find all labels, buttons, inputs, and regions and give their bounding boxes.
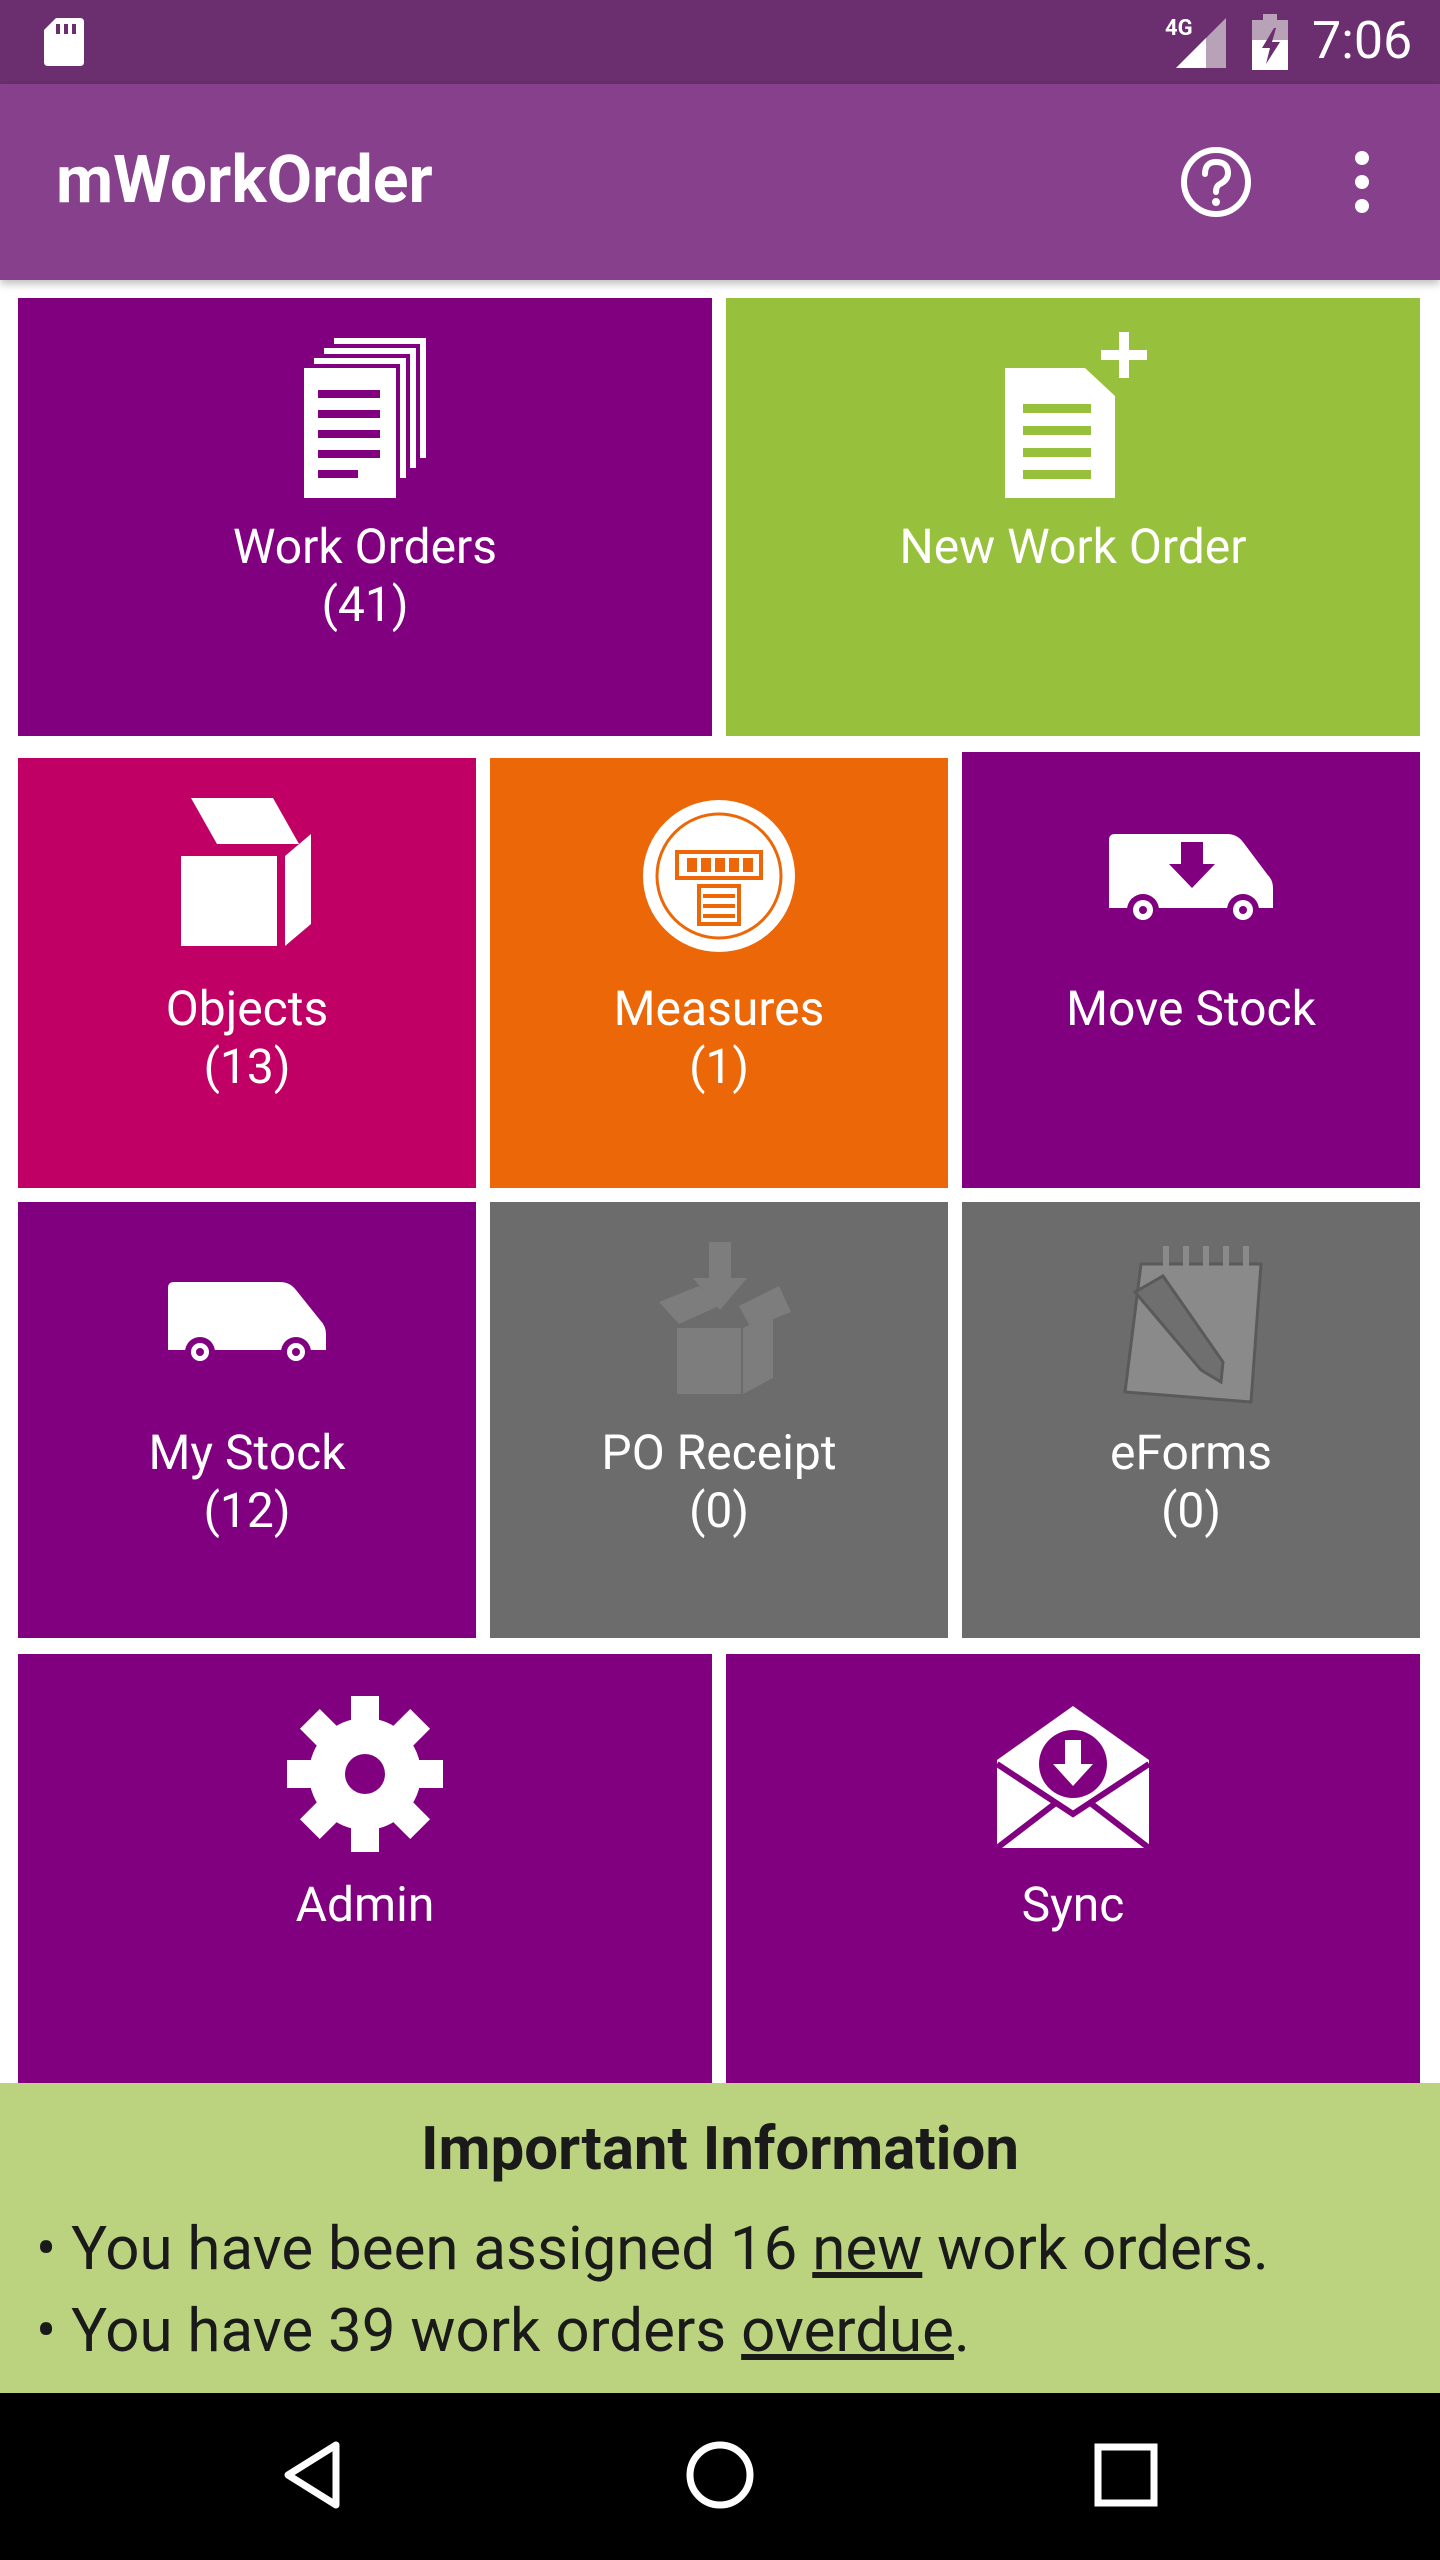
gear-icon: [287, 1696, 443, 1852]
documents-stack-icon: [304, 338, 426, 498]
tile-count: (13): [203, 1038, 291, 1095]
navigation-bar: [0, 2393, 1440, 2560]
info-title: Important Information: [420, 2113, 1020, 2184]
app-bar: mWorkOrder: [0, 84, 1440, 280]
info-text: work orders.: [922, 2213, 1269, 2284]
app-title: mWorkOrder: [56, 142, 433, 219]
tile-my-stock[interactable]: My Stock (12): [18, 1202, 476, 1638]
tile-count: (0): [688, 1482, 750, 1539]
battery-charging-icon: [1252, 14, 1288, 70]
tile-admin[interactable]: Admin: [18, 1654, 712, 2083]
package-receive-icon: [659, 1242, 791, 1394]
tile-label: Sync: [1021, 1876, 1125, 1933]
tile-sync[interactable]: Sync: [726, 1654, 1420, 2083]
important-information-panel: Important Information • You have been as…: [0, 2083, 1440, 2393]
info-new-orders-line: • You have been assigned 16 new work ord…: [36, 2213, 1269, 2284]
meter-icon: [643, 800, 795, 952]
help-circle-icon[interactable]: [1178, 144, 1254, 220]
tile-count: (1): [688, 1038, 750, 1095]
info-text: • You have been assigned 16: [36, 2213, 813, 2284]
sd-card-icon: [44, 18, 84, 66]
tile-count: (12): [203, 1482, 291, 1539]
new-work-orders-link[interactable]: new: [812, 2213, 922, 2284]
tile-label: Measures: [613, 980, 825, 1037]
home-icon[interactable]: [680, 2435, 760, 2515]
clock: 7:06: [1312, 10, 1413, 71]
status-bar: 4G 7:06: [0, 0, 1440, 84]
tile-eforms[interactable]: eForms (0): [962, 1202, 1420, 1638]
tile-measures[interactable]: Measures (1): [490, 758, 948, 1188]
tile-label: Work Orders: [232, 518, 498, 575]
tile-count: (41): [321, 576, 409, 633]
tile-label: Objects: [165, 980, 329, 1037]
tile-label: My Stock: [148, 1424, 346, 1481]
recents-icon[interactable]: [1086, 2435, 1166, 2515]
back-icon[interactable]: [276, 2435, 356, 2515]
tile-objects[interactable]: Objects (13): [18, 758, 476, 1188]
more-vert-icon[interactable]: [1334, 144, 1390, 220]
overdue-work-orders-link[interactable]: overdue: [741, 2295, 954, 2366]
notepad-pencil-icon: [1123, 1246, 1263, 1404]
info-text: • You have 39 work orders: [36, 2295, 742, 2366]
document-add-icon: [1005, 332, 1147, 498]
van-download-icon: [1109, 834, 1273, 926]
tile-label: Admin: [295, 1876, 435, 1933]
box-icon: [181, 798, 311, 946]
tile-new-work-order[interactable]: New Work Order: [726, 298, 1420, 736]
tile-po-receipt[interactable]: PO Receipt (0): [490, 1202, 948, 1638]
tile-label: eForms: [1110, 1424, 1272, 1481]
tile-label: New Work Order: [899, 518, 1247, 575]
van-icon: [168, 1282, 326, 1366]
tile-count: (0): [1160, 1482, 1222, 1539]
info-text: .: [953, 2295, 970, 2366]
tile-work-orders[interactable]: Work Orders (41): [18, 298, 712, 736]
signal-strength-icon: [1176, 18, 1226, 68]
tile-label: PO Receipt: [601, 1424, 837, 1481]
envelope-download-icon: [995, 1706, 1151, 1851]
tile-label: Move Stock: [1066, 980, 1316, 1037]
tile-move-stock[interactable]: Move Stock: [962, 752, 1420, 1188]
info-overdue-line: • You have 39 work orders overdue.: [36, 2295, 970, 2366]
